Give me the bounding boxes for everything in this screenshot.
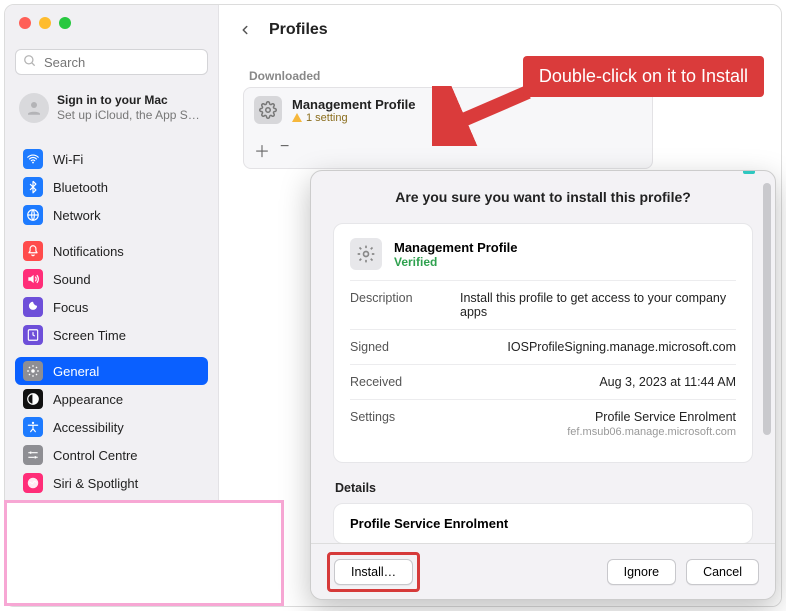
annotation-empty-box (4, 500, 284, 606)
settings-subvalue: fef.msub06.manage.microsoft.com (460, 426, 736, 438)
page-title: Profiles (269, 21, 328, 39)
sidebar-item-sound-icon (23, 269, 43, 289)
sidebar-item-focus-icon (23, 297, 43, 317)
sidebar-item-appearance-icon (23, 389, 43, 409)
sidebar-item-label: Notifications (53, 244, 124, 259)
search-icon (23, 54, 37, 68)
annotation-arrow-icon (432, 86, 532, 146)
sidebar-item-controlcentre[interactable]: Control Centre (15, 441, 208, 469)
window-controls (19, 17, 71, 29)
description-key: Description (350, 291, 440, 319)
sheet-profile-name: Management Profile (394, 240, 518, 255)
profile-subtext: 1 setting (292, 112, 416, 124)
zoom-window-button[interactable] (59, 17, 71, 29)
sidebar-item-label: Wi-Fi (53, 152, 83, 167)
sidebar-item-appearance[interactable]: Appearance (15, 385, 208, 413)
signed-key: Signed (350, 340, 440, 354)
sign-in-text: Sign in to your Mac Set up iCloud, the A… (57, 93, 200, 123)
verified-label: Verified (394, 255, 518, 269)
toolbar: Profiles (219, 5, 781, 55)
sidebar-item-accessibility[interactable]: Accessibility (15, 413, 208, 441)
cancel-button[interactable]: Cancel (686, 559, 759, 585)
ignore-button[interactable]: Ignore (607, 559, 676, 585)
sidebar-item-label: Accessibility (53, 420, 124, 435)
sidebar-item-screentime[interactable]: Screen Time (15, 321, 208, 349)
sidebar-item-bluetooth-icon (23, 177, 43, 197)
sidebar-item-general[interactable]: General (15, 357, 208, 385)
sidebar-item-notifications-icon (23, 241, 43, 261)
received-key: Received (350, 375, 440, 389)
sidebar-item-accessibility-icon (23, 417, 43, 437)
warning-icon (292, 113, 302, 122)
signed-value: IOSProfileSigning.manage.microsoft.com (460, 340, 736, 354)
sidebar-item-siri-icon (23, 473, 43, 493)
sign-in-subtitle: Set up iCloud, the App S… (57, 108, 200, 123)
sidebar-item-label: Bluetooth (53, 180, 108, 195)
sidebar-item-label: Focus (53, 300, 88, 315)
sidebar-item-wifi-icon (23, 149, 43, 169)
sidebar-item-notifications[interactable]: Notifications (15, 237, 208, 265)
search-wrap (15, 49, 208, 75)
close-window-button[interactable] (19, 17, 31, 29)
profile-name: Management Profile (292, 97, 416, 112)
description-value: Install this profile to get access to yo… (460, 291, 736, 319)
sidebar-item-screentime-icon (23, 325, 43, 345)
sidebar-item-label: Control Centre (53, 448, 138, 463)
sidebar-item-sound[interactable]: Sound (15, 265, 208, 293)
annotation-install-highlight: Install… (327, 552, 420, 592)
details-heading: Details (333, 477, 753, 503)
remove-button[interactable]: − (280, 138, 289, 162)
sidebar-item-controlcentre-icon (23, 445, 43, 465)
sheet-accent-icon (743, 170, 755, 174)
sidebar-item-focus[interactable]: Focus (15, 293, 208, 321)
details-item: Profile Service Enrolment (350, 516, 508, 531)
sidebar-item-network-icon (23, 205, 43, 225)
sidebar-item-network[interactable]: Network (15, 201, 208, 229)
profile-info-card: Management Profile Verified Description … (333, 223, 753, 463)
sidebar-item-label: Siri & Spotlight (53, 476, 138, 491)
gear-icon (350, 238, 382, 270)
annotation-callout: Double-click on it to Install (523, 56, 764, 97)
install-confirm-sheet: Are you sure you want to install this pr… (310, 170, 776, 600)
sheet-body[interactable]: Are you sure you want to install this pr… (311, 171, 775, 543)
back-button[interactable] (233, 18, 257, 42)
sign-in-row[interactable]: Sign in to your Mac Set up iCloud, the A… (15, 87, 208, 133)
install-button[interactable]: Install… (334, 559, 413, 585)
settings-key: Settings (350, 410, 440, 438)
profile-icon (254, 96, 282, 124)
sheet-title: Are you sure you want to install this pr… (333, 189, 753, 205)
sidebar-item-siri[interactable]: Siri & Spotlight (15, 469, 208, 497)
settings-value: Profile Service Enrolment (460, 410, 736, 424)
sidebar-item-wifi[interactable]: Wi-Fi (15, 145, 208, 173)
minimize-window-button[interactable] (39, 17, 51, 29)
scrollbar[interactable] (761, 179, 773, 539)
sidebar-item-general-icon (23, 361, 43, 381)
avatar (19, 93, 49, 123)
add-button[interactable]: ＋ (254, 138, 270, 162)
sidebar-item-label: Screen Time (53, 328, 126, 343)
sidebar-item-label: Appearance (53, 392, 123, 407)
sheet-footer: Install… Ignore Cancel (311, 543, 775, 599)
sign-in-title: Sign in to your Mac (57, 93, 200, 108)
sidebar-item-label: Network (53, 208, 101, 223)
sidebar-item-bluetooth[interactable]: Bluetooth (15, 173, 208, 201)
sidebar-item-label: General (53, 364, 99, 379)
details-card: Profile Service Enrolment (333, 503, 753, 543)
received-value: Aug 3, 2023 at 11:44 AM (460, 375, 736, 389)
search-input[interactable] (15, 49, 208, 75)
sidebar-item-label: Sound (53, 272, 91, 287)
